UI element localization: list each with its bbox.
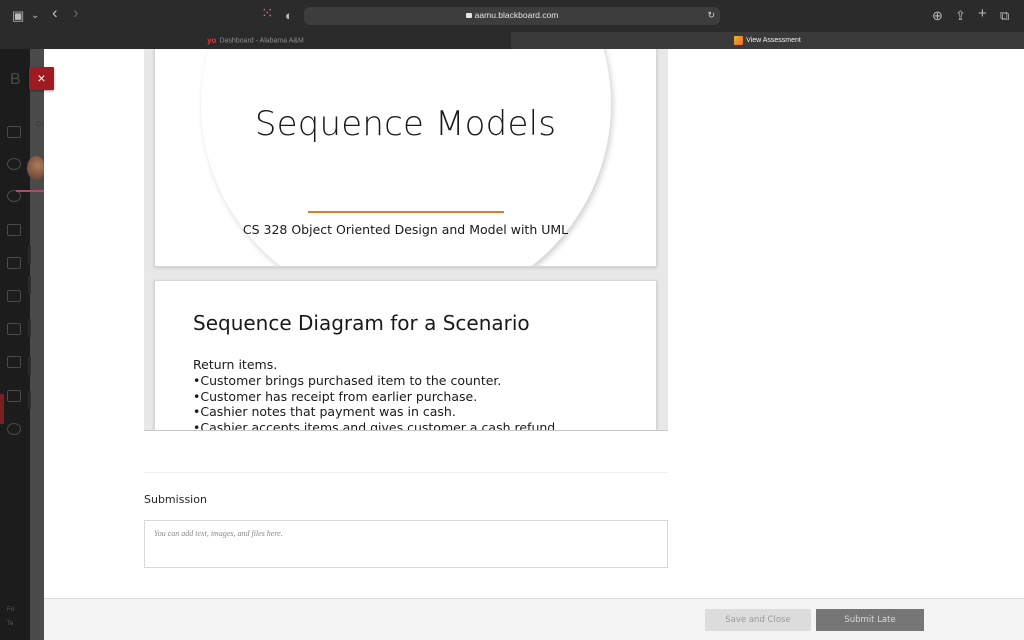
slide-2: Sequence Diagram for a Scenario Return i… (154, 280, 657, 431)
profile-icon (7, 158, 21, 170)
back-icon[interactable]: ‹ (52, 4, 58, 21)
tab-label: Dashboard - Alabama A&M (219, 37, 304, 45)
slide-title: Sequence Models (254, 104, 557, 144)
background-letter: B (10, 71, 21, 88)
slide-body: Return items. •Customer brings purchased… (193, 357, 633, 431)
shield-icon[interactable]: ◐ (285, 8, 293, 24)
grades-icon (7, 356, 21, 368)
institution-icon (7, 126, 21, 138)
background-bar (28, 276, 31, 294)
sidebar-toggle-icon[interactable]: ▣ (12, 8, 24, 24)
slide-title-rule (308, 211, 504, 213)
new-tab-icon[interactable]: + (978, 6, 987, 22)
submission-placeholder: You can add text, images, and files here… (154, 529, 283, 538)
tab-bar: yo Dashboard - Alabama A&M View Assessmen… (0, 32, 1024, 49)
slide-1: Sequence Models CS 328 Object Oriented D… (154, 49, 657, 267)
close-icon: × (37, 70, 46, 86)
slide-bullet: •Cashier accepts items and gives custome… (193, 420, 560, 431)
section-divider (144, 472, 668, 473)
groups-icon (7, 257, 21, 269)
panel-footer: Save and Close Submit Late (44, 598, 1024, 640)
slide-title: Sequence Diagram for a Scenario (193, 311, 530, 335)
chevron-down-icon[interactable]: ⌄ (31, 8, 39, 24)
download-icon[interactable]: ⊕ (932, 8, 943, 24)
submit-late-button[interactable]: Submit Late (816, 609, 924, 631)
background-footer-text: Te (7, 621, 14, 627)
save-and-close-button[interactable]: Save and Close (705, 609, 811, 631)
background-accent-line (16, 190, 44, 192)
yo-favicon-icon: yo (207, 36, 217, 45)
background-bar (28, 357, 31, 375)
courses-icon (7, 224, 21, 236)
avatar (27, 156, 45, 180)
url-host: aamu.blackboard.com (474, 10, 559, 20)
tab-view-assessment[interactable]: View Assessment (511, 32, 1024, 49)
assessment-panel: Sequence Models CS 328 Object Oriented D… (44, 49, 1024, 640)
slide-viewer[interactable]: Sequence Models CS 328 Object Oriented D… (144, 49, 668, 431)
reload-icon[interactable]: ↻ (707, 10, 715, 21)
submission-editor[interactable]: You can add text, images, and files here… (144, 520, 668, 568)
background-course-panel: Co (16, 49, 45, 640)
forward-icon[interactable]: › (73, 4, 79, 21)
background-nav-rail: B Fri Te (0, 49, 30, 640)
browser-toolbar: ▣ ⌄ ‹ › ⁙ ◐ aamu.blackboard.com ↻ ⊕ ⇪ + … (0, 0, 1024, 32)
slide-line: Return items. (193, 357, 278, 372)
slide-bullet: •Customer has receipt from earlier purch… (193, 388, 478, 404)
tools-icon (7, 390, 21, 402)
close-panel-button[interactable]: × (29, 67, 54, 90)
background-bar (28, 246, 31, 264)
share-icon[interactable]: ⇪ (955, 8, 966, 24)
background-bar (28, 319, 31, 337)
signout-icon (7, 423, 21, 435)
tab-label: View Assessment (746, 37, 801, 44)
lock-icon (465, 13, 472, 18)
background-footer-text: Fri (7, 607, 14, 613)
grid-icon[interactable]: ⁙ (261, 6, 274, 22)
slide-subtitle: CS 328 Object Oriented Design and Model … (242, 222, 569, 237)
tabs-overview-icon[interactable]: ⧉ (1000, 8, 1009, 24)
background-bar (28, 391, 31, 409)
submission-label: Submission (144, 493, 207, 506)
assessment-favicon-icon (734, 35, 744, 45)
messages-icon (7, 323, 21, 335)
slide-bullet: •Cashier notes that payment was in cash. (193, 404, 456, 420)
nav-active-indicator (0, 394, 4, 424)
address-bar[interactable]: aamu.blackboard.com ↻ (304, 7, 720, 25)
tab-dashboard[interactable]: yo Dashboard - Alabama A&M (0, 32, 511, 49)
slide-bullet: •Customer brings purchased item to the c… (193, 372, 502, 388)
calendar-icon (7, 290, 21, 302)
